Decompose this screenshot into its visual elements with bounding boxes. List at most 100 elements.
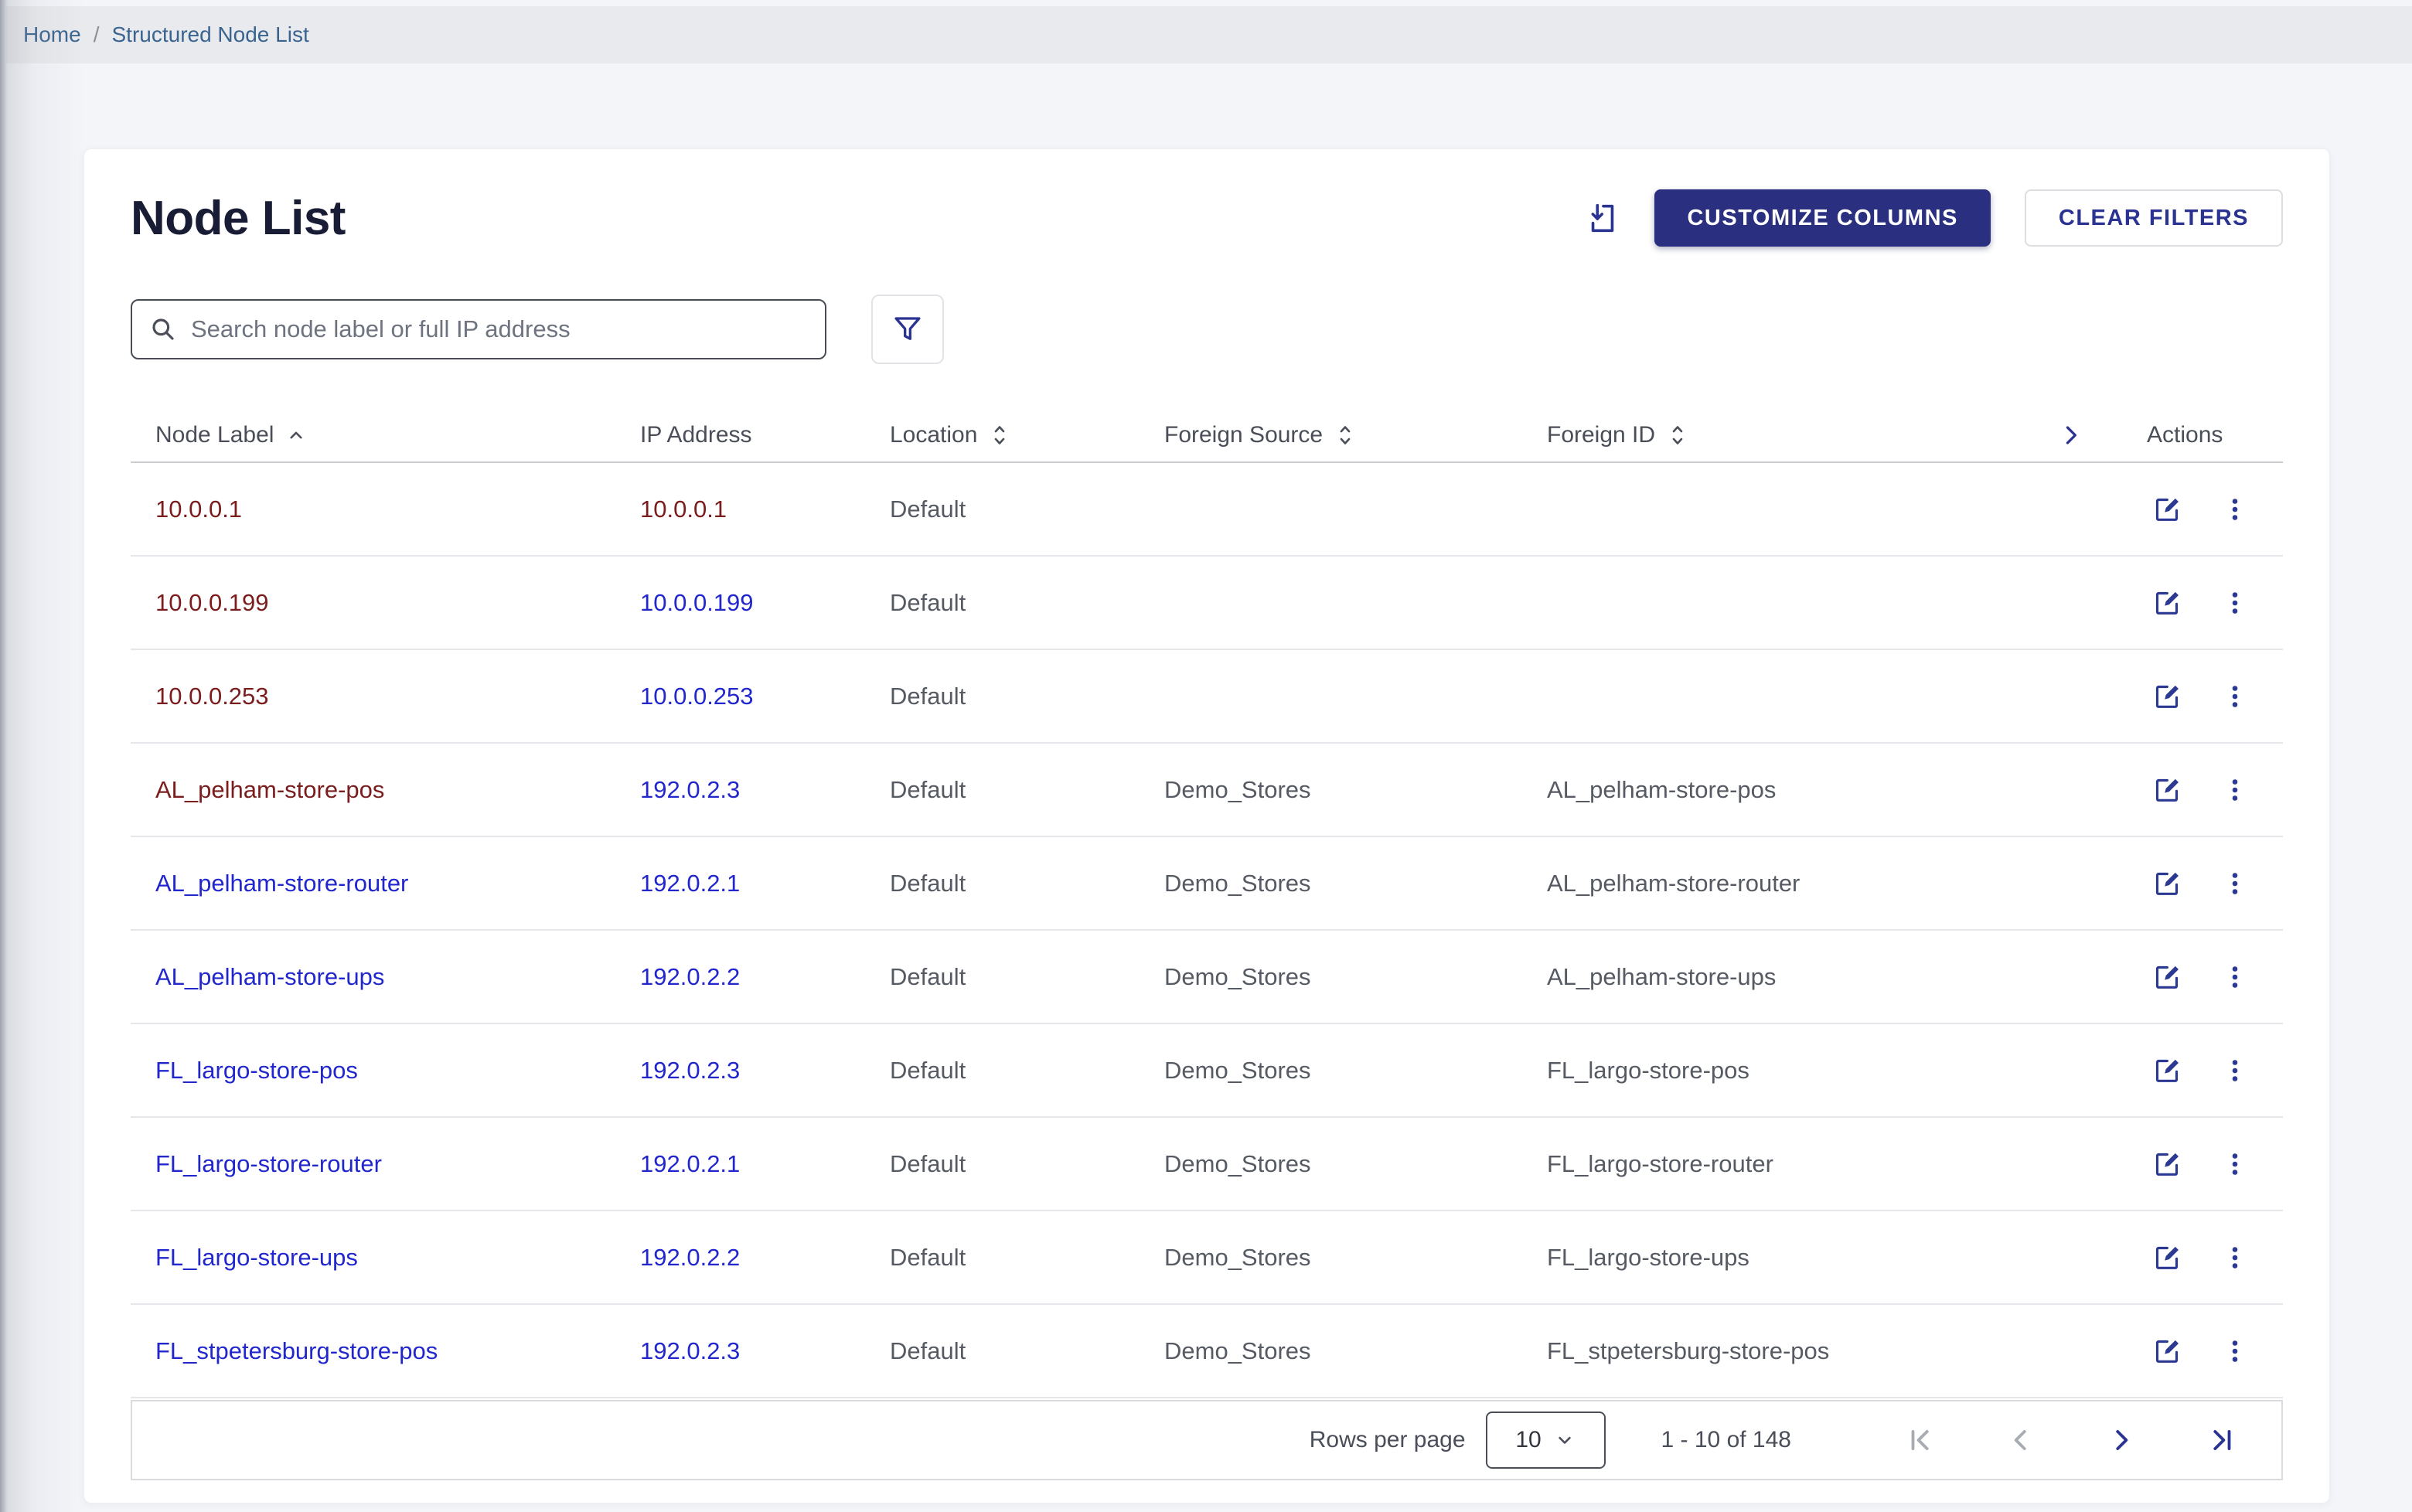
- sort-updown-icon: [1334, 422, 1357, 448]
- table-row: 10.0.0.253 10.0.0.253 Default: [131, 650, 2283, 744]
- foreign-source-cell: Demo_Stores: [1164, 776, 1547, 804]
- column-header-location[interactable]: Location: [890, 422, 1164, 448]
- foreign-source-cell: Demo_Stores: [1164, 1150, 1547, 1178]
- node-label-link[interactable]: FL_largo-store-router: [155, 1150, 382, 1177]
- kebab-menu-icon: [2221, 495, 2249, 523]
- actions-cell: [2147, 494, 2363, 525]
- node-label-cell: FL_largo-store-pos: [131, 1057, 640, 1085]
- rows-per-page-label: Rows per page: [1310, 1427, 1466, 1453]
- previous-page-button[interactable]: [1992, 1425, 2049, 1455]
- actions-cell: [2147, 681, 2363, 712]
- kebab-menu-icon: [2221, 963, 2249, 991]
- foreign-id-cell: FL_stpetersburg-store-pos: [1547, 1337, 2057, 1365]
- row-menu-button[interactable]: [2221, 870, 2249, 897]
- node-label-link[interactable]: 10.0.0.253: [155, 683, 269, 710]
- foreign-id-cell: AL_pelham-store-ups: [1547, 963, 2057, 991]
- node-label-link[interactable]: FL_largo-store-ups: [155, 1244, 358, 1271]
- ip-address-link[interactable]: 192.0.2.3: [640, 1337, 740, 1364]
- expand-columns-button[interactable]: [2057, 422, 2147, 448]
- column-header-foreign-source[interactable]: Foreign Source: [1164, 422, 1547, 448]
- kebab-menu-icon: [2221, 776, 2249, 804]
- edit-pencil-icon: [2151, 1055, 2182, 1086]
- location-cell: Default: [890, 963, 1164, 991]
- node-label-link[interactable]: AL_pelham-store-router: [155, 870, 408, 897]
- column-header-actions: Actions: [2147, 422, 2363, 448]
- row-menu-button[interactable]: [2221, 776, 2249, 804]
- column-header-foreign-id[interactable]: Foreign ID: [1547, 422, 2057, 448]
- edit-node-button[interactable]: [2151, 1055, 2182, 1086]
- chevron-left-icon: [2006, 1425, 2036, 1455]
- row-menu-button[interactable]: [2221, 1150, 2249, 1178]
- last-page-button[interactable]: [2193, 1425, 2250, 1455]
- node-label-link[interactable]: AL_pelham-store-ups: [155, 963, 384, 990]
- chevron-right-icon: [2107, 1425, 2136, 1455]
- ip-address-link[interactable]: 192.0.2.2: [640, 1244, 740, 1271]
- edit-node-button[interactable]: [2151, 775, 2182, 805]
- location-cell: Default: [890, 870, 1164, 897]
- ip-address-link[interactable]: 192.0.2.3: [640, 1057, 740, 1084]
- ip-address-cell: 192.0.2.2: [640, 1244, 890, 1272]
- node-label-link[interactable]: 10.0.0.199: [155, 589, 269, 616]
- ip-address-cell: 192.0.2.1: [640, 870, 890, 897]
- row-menu-button[interactable]: [2221, 963, 2249, 991]
- edit-pencil-icon: [2151, 681, 2182, 712]
- ip-address-link[interactable]: 192.0.2.1: [640, 870, 740, 897]
- export-button[interactable]: [1585, 200, 1620, 236]
- clear-filters-button[interactable]: CLEAR FILTERS: [2025, 189, 2283, 247]
- row-menu-button[interactable]: [2221, 683, 2249, 710]
- foreign-source-cell: Demo_Stores: [1164, 963, 1547, 991]
- edit-node-button[interactable]: [2151, 962, 2182, 993]
- node-label-cell: AL_pelham-store-ups: [131, 963, 640, 991]
- ip-address-link[interactable]: 10.0.0.1: [640, 495, 727, 523]
- column-header-ip-address: IP Address: [640, 422, 890, 448]
- ip-address-cell: 192.0.2.1: [640, 1150, 890, 1178]
- edit-node-button[interactable]: [2151, 587, 2182, 618]
- actions-cell: [2147, 1055, 2363, 1086]
- ip-address-cell: 192.0.2.3: [640, 776, 890, 804]
- next-page-button[interactable]: [2093, 1425, 2150, 1455]
- breadcrumb-current-link[interactable]: Structured Node List: [111, 22, 308, 47]
- table-row: FL_largo-store-ups 192.0.2.2 Default Dem…: [131, 1211, 2283, 1305]
- node-label-link[interactable]: 10.0.0.1: [155, 495, 242, 523]
- row-menu-button[interactable]: [2221, 589, 2249, 617]
- row-menu-button[interactable]: [2221, 1244, 2249, 1272]
- location-cell: Default: [890, 589, 1164, 617]
- edit-node-button[interactable]: [2151, 1242, 2182, 1273]
- table-body: 10.0.0.1 10.0.0.1 Default: [131, 463, 2283, 1398]
- ip-address-link[interactable]: 192.0.2.3: [640, 776, 740, 803]
- edit-node-button[interactable]: [2151, 494, 2182, 525]
- kebab-menu-icon: [2221, 1337, 2249, 1365]
- row-menu-button[interactable]: [2221, 495, 2249, 523]
- edit-pencil-icon: [2151, 962, 2182, 993]
- table-row: AL_pelham-store-ups 192.0.2.2 Default De…: [131, 931, 2283, 1024]
- kebab-menu-icon: [2221, 1057, 2249, 1085]
- table-row: FL_largo-store-router 192.0.2.1 Default …: [131, 1118, 2283, 1211]
- ip-address-link[interactable]: 10.0.0.253: [640, 683, 754, 710]
- search-icon: [149, 315, 177, 343]
- row-menu-button[interactable]: [2221, 1337, 2249, 1365]
- edit-node-button[interactable]: [2151, 868, 2182, 899]
- rows-per-page-select[interactable]: 10: [1486, 1412, 1606, 1469]
- first-page-button[interactable]: [1892, 1425, 1949, 1455]
- ip-address-link[interactable]: 10.0.0.199: [640, 589, 754, 616]
- foreign-id-cell: FL_largo-store-ups: [1547, 1244, 2057, 1272]
- edit-node-button[interactable]: [2151, 1336, 2182, 1367]
- ip-address-link[interactable]: 192.0.2.1: [640, 1150, 740, 1177]
- filter-funnel-icon: [891, 313, 924, 346]
- node-label-cell: AL_pelham-store-router: [131, 870, 640, 897]
- search-input[interactable]: [191, 315, 808, 343]
- column-header-node-label[interactable]: Node Label: [131, 422, 640, 448]
- ip-address-link[interactable]: 192.0.2.2: [640, 963, 740, 990]
- row-menu-button[interactable]: [2221, 1057, 2249, 1085]
- breadcrumb-home-link[interactable]: Home: [23, 22, 81, 47]
- ip-address-cell: 192.0.2.2: [640, 963, 890, 991]
- edit-node-button[interactable]: [2151, 1149, 2182, 1180]
- edit-node-button[interactable]: [2151, 681, 2182, 712]
- node-label-link[interactable]: AL_pelham-store-pos: [155, 776, 384, 803]
- node-label-link[interactable]: FL_largo-store-pos: [155, 1057, 358, 1084]
- actions-cell: [2147, 587, 2363, 618]
- node-label-link[interactable]: FL_stpetersburg-store-pos: [155, 1337, 438, 1364]
- customize-columns-button[interactable]: CUSTOMIZE COLUMNS: [1654, 189, 1990, 247]
- kebab-menu-icon: [2221, 870, 2249, 897]
- filter-button[interactable]: [871, 295, 944, 364]
